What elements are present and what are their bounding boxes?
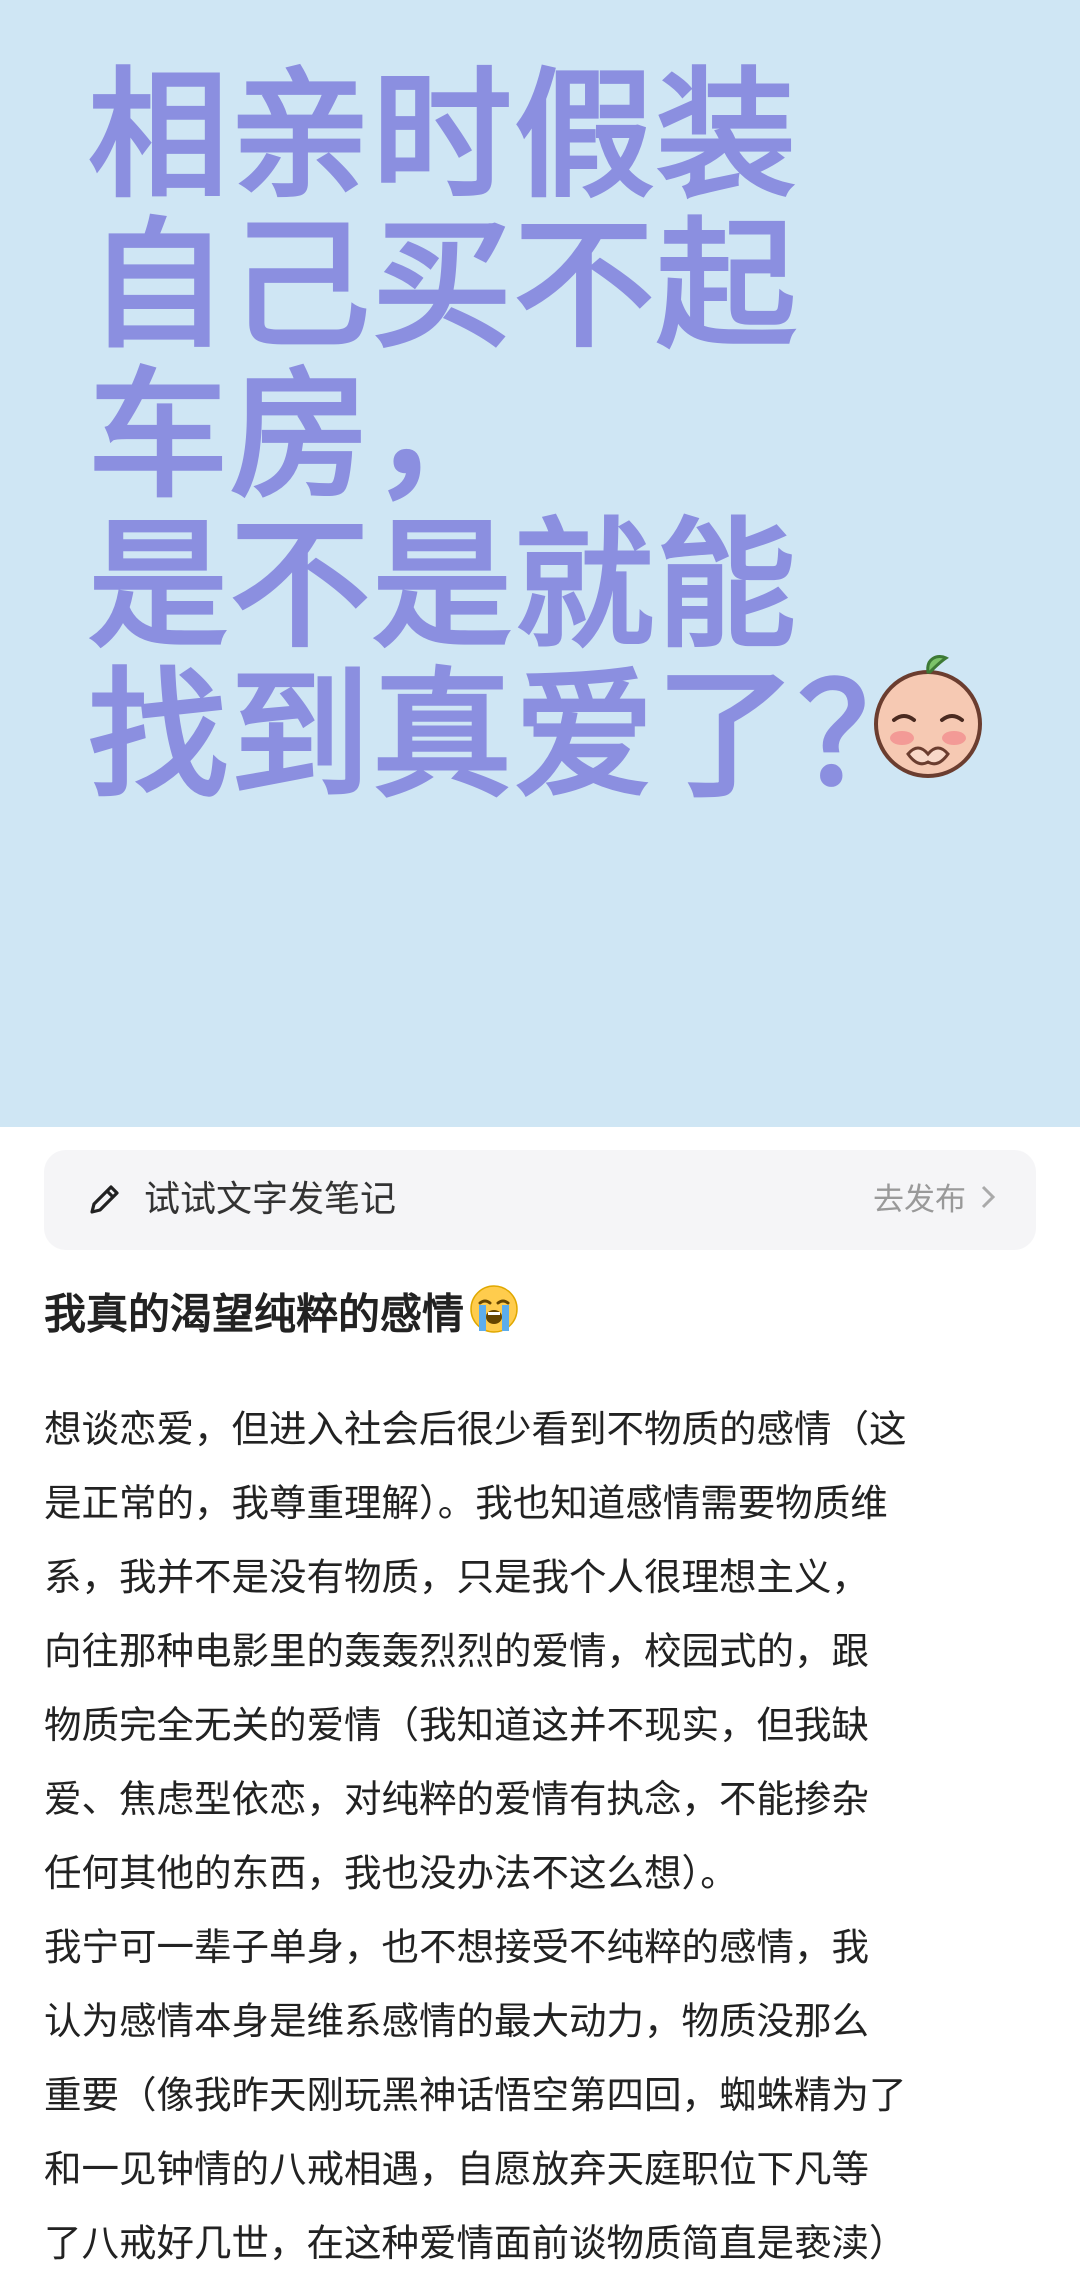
- body-line: 向往那种电影里的轰轰烈烈的爱情，校园式的，跟: [44, 1629, 869, 1673]
- shy-peach-emoji-icon: [874, 655, 982, 778]
- body-line: 了八戒好几世，在这种爱情面前谈物质简直是亵渎）: [44, 2221, 907, 2265]
- body-line: 是正常的，我尊重理解）。我也知道感情需要物质维: [44, 1481, 888, 1525]
- body-line: 我宁可一辈子单身，也不想接受不纯粹的感情，我: [44, 1925, 869, 1969]
- cover-text-line: 车房，: [88, 355, 515, 518]
- cover-text-line: 是不是就能: [88, 505, 799, 668]
- pencil-icon: [90, 1185, 119, 1214]
- note-title-text: 我真的渴望纯粹的感情: [44, 1289, 465, 1339]
- publish-button[interactable]: 去发布: [873, 1178, 996, 1222]
- cover-text-line: 自己买不起: [88, 205, 799, 368]
- body-line: 系，我并不是没有物质，只是我个人很理想主义，: [44, 1555, 869, 1599]
- body-line: 和一见钟情的八戒相遇，自愿放弃天庭职位下凡等: [44, 2147, 869, 2191]
- note-body: 想谈恋爱，但进入社会后很少看到不物质的感情（这 是正常的，我尊重理解）。我也知道…: [44, 1392, 1044, 2280]
- body-line: 任何其他的东西，我也没办法不这么想）。: [44, 1851, 738, 1895]
- note-title: 我真的渴望纯粹的感情: [44, 1283, 520, 1351]
- body-line: 认为感情本身是维系感情的最大动力，物质没那么: [44, 1999, 869, 2043]
- body-line: 想谈恋爱，但进入社会后很少看到不物质的感情（这: [44, 1407, 907, 1451]
- publish-label: 去发布: [873, 1182, 966, 1218]
- loudly-crying-face-emoji-icon: [468, 1283, 520, 1351]
- body-line: 重要（像我昨天刚玩黑神话悟空第四回，蜘蛛精为了: [44, 2073, 907, 2117]
- body-line: 物质完全无关的爱情（我知道这并不现实，但我缺: [44, 1703, 869, 1747]
- cover-text-line: 找到真爱了？: [88, 655, 941, 818]
- cover-text-line: 相亲时假装: [88, 55, 799, 218]
- text-note-composer[interactable]: 试试文字发笔记 去发布: [44, 1150, 1036, 1250]
- composer-label: 试试文字发笔记: [144, 1179, 397, 1220]
- cover-image: 相亲时假装 自己买不起 车房， 是不是就能 找到真爱了？: [0, 0, 1080, 1127]
- body-line: 爱、焦虑型依恋，对纯粹的爱情有执念，不能掺杂: [44, 1777, 869, 1821]
- chevron-right-icon: [980, 1178, 996, 1222]
